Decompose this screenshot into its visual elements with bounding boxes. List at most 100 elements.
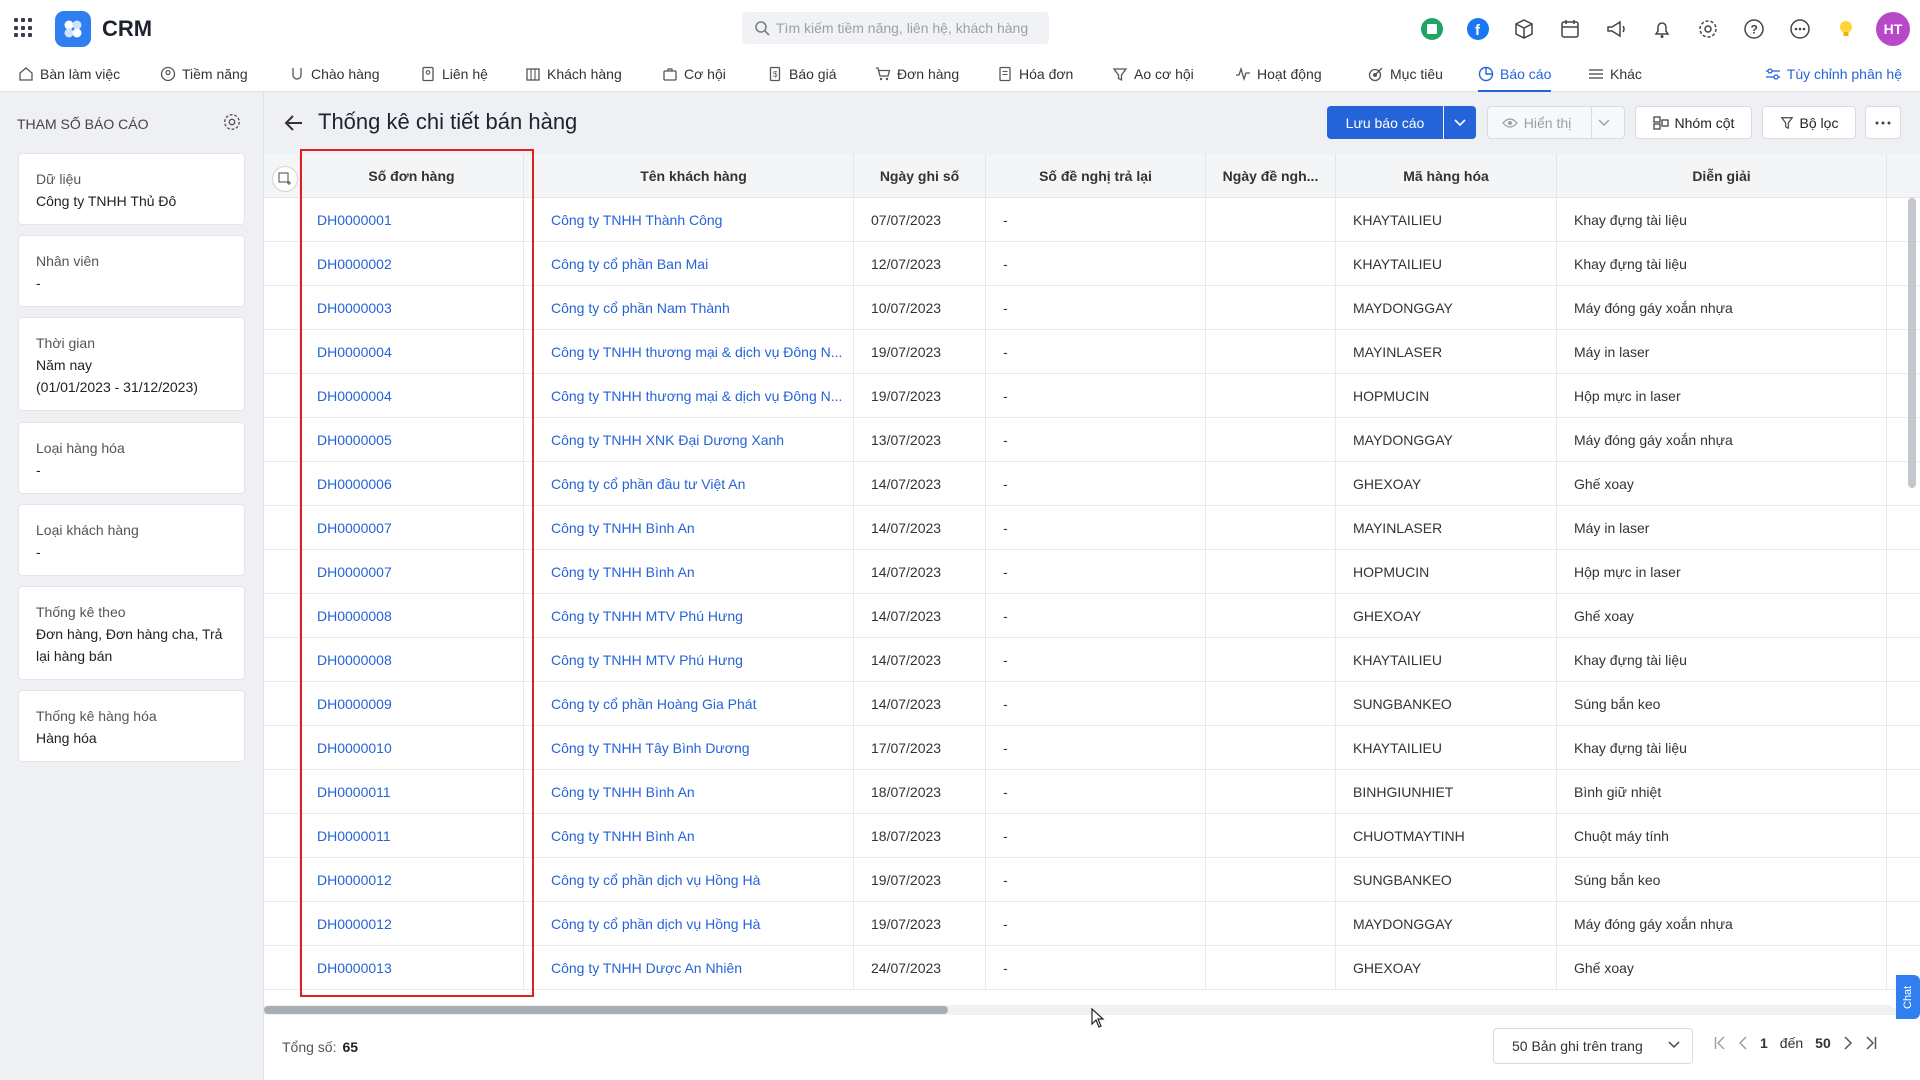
column-header[interactable]: Tên khách hàng (534, 154, 854, 198)
param-customer-type[interactable]: Loại khách hàng - (18, 504, 245, 576)
table-cell-link[interactable]: Công ty TNHH MTV Phú Hưng (534, 594, 854, 638)
back-arrow-icon[interactable] (284, 114, 304, 135)
settings-icon[interactable] (222, 112, 242, 135)
table-row[interactable]: DH0000009 Công ty cổ phần Hoàng Gia Phát 1… (264, 682, 1920, 726)
table-row[interactable]: DH0000001 Công ty TNHH Thành Công 07/07/20… (264, 198, 1920, 242)
table-cell-link[interactable]: Công ty TNHH MTV Phú Hưng (534, 638, 854, 682)
vertical-scrollbar-thumb[interactable] (1908, 198, 1916, 488)
table-cell-link[interactable]: DH0000012 (300, 858, 524, 902)
table-row[interactable]: DH0000011 Công ty TNHH Bình An 18/07/2023-… (264, 770, 1920, 814)
table-cell-link[interactable]: DH0000007 (300, 550, 524, 594)
table-cell-link[interactable]: Công ty TNHH Bình An (534, 506, 854, 550)
search-input[interactable] (776, 20, 1036, 36)
horizontal-scrollbar[interactable] (264, 1005, 1892, 1015)
table-row[interactable]: DH0000006 Công ty cổ phần đầu tư Việt An 1… (264, 462, 1920, 506)
settings-gear-icon[interactable] (1692, 13, 1724, 45)
table-cell-link[interactable]: DH0000007 (300, 506, 524, 550)
table-cell-link[interactable]: Công ty TNHH thương mại & dịch vụ Đông N… (534, 374, 854, 418)
group-columns-button[interactable]: Nhóm cột (1635, 106, 1752, 139)
global-search[interactable] (742, 12, 1049, 44)
save-report-button[interactable]: Lưu báo cáo (1327, 106, 1443, 139)
param-goods-type[interactable]: Loại hàng hóa - (18, 422, 245, 494)
table-row[interactable]: DH0000007 Công ty TNHH Bình An 14/07/2023-… (264, 506, 1920, 550)
more-circle-icon[interactable] (1784, 13, 1816, 45)
table-row[interactable]: DH0000007 Công ty TNHH Bình An 14/07/2023-… (264, 550, 1920, 594)
table-cell-link[interactable]: Công ty TNHH Dược An Nhiên (534, 946, 854, 990)
calendar-icon[interactable] (1554, 13, 1586, 45)
param-time[interactable]: Thời gian Năm nay (01/01/2023 - 31/12/20… (18, 317, 245, 411)
app-launcher-icon[interactable] (14, 18, 34, 38)
param-employee[interactable]: Nhân viên - (18, 235, 245, 307)
table-cell-link[interactable]: DH0000006 (300, 462, 524, 506)
more-options-button[interactable] (1865, 106, 1901, 139)
column-header[interactable]: Diễn giải (1557, 154, 1887, 198)
table-cell-link[interactable]: DH0000005 (300, 418, 524, 462)
nav-item-targets[interactable]: Mục tiêu (1368, 56, 1443, 92)
table-cell-link[interactable]: DH0000004 (300, 374, 524, 418)
table-row[interactable]: DH0000005 Công ty TNHH XNK Đại Dương Xanh… (264, 418, 1920, 462)
filter-button[interactable]: Bộ lọc (1762, 106, 1856, 139)
lightbulb-icon[interactable] (1830, 13, 1862, 45)
save-options-dropdown[interactable] (1444, 106, 1476, 139)
table-cell-link[interactable]: Công ty TNHH Tây Bình Dương (534, 726, 854, 770)
chat-tab[interactable]: Chat (1896, 975, 1920, 1019)
table-cell-link[interactable]: Công ty TNHH XNK Đại Dương Xanh (534, 418, 854, 462)
customize-modules-link[interactable]: Tùy chỉnh phân hệ (1765, 56, 1902, 92)
table-row[interactable]: DH0000004 Công ty TNHH thương mại & dịch … (264, 374, 1920, 418)
table-row[interactable]: DH0000008 Công ty TNHH MTV Phú Hưng 14/07/… (264, 594, 1920, 638)
table-cell-link[interactable]: DH0000008 (300, 594, 524, 638)
table-cell-link[interactable]: Công ty TNHH Bình An (534, 814, 854, 858)
table-cell-link[interactable]: DH0000002 (300, 242, 524, 286)
facebook-icon[interactable]: f (1462, 13, 1494, 45)
next-page-icon[interactable] (1843, 1036, 1853, 1050)
table-row[interactable]: DH0000010 Công ty TNHH Tây Bình Dương 17/0… (264, 726, 1920, 770)
table-row[interactable]: DH0000012 Công ty cổ phần dịch vụ Hồng Hà… (264, 902, 1920, 946)
table-cell-link[interactable]: DH0000013 (300, 946, 524, 990)
table-cell-link[interactable]: Công ty cổ phần dịch vụ Hồng Hà (534, 902, 854, 946)
nav-item-orders[interactable]: Đơn hàng (875, 56, 959, 92)
table-cell-link[interactable]: DH0000004 (300, 330, 524, 374)
megaphone-icon[interactable] (1600, 13, 1632, 45)
table-row[interactable]: DH0000008 Công ty TNHH MTV Phú Hưng 14/07/… (264, 638, 1920, 682)
table-cell-link[interactable]: Công ty cổ phần dịch vụ Hồng Hà (534, 858, 854, 902)
last-page-icon[interactable] (1865, 1036, 1877, 1050)
crm-logo-icon[interactable] (55, 11, 91, 47)
param-group-by[interactable]: Thống kê theo Đơn hàng, Đơn hàng cha, Tr… (18, 586, 245, 680)
nav-item-activities[interactable]: Hoạt động (1235, 56, 1322, 92)
nav-item-reports[interactable]: Báo cáo (1478, 56, 1552, 92)
table-cell-link[interactable]: Công ty TNHH Thành Công (534, 198, 854, 242)
display-button[interactable]: Hiển thị (1487, 106, 1625, 139)
table-cell-link[interactable]: DH0000011 (300, 814, 524, 858)
param-data[interactable]: Dữ liệu Công ty TNHH Thủ Đô (18, 153, 245, 225)
help-icon[interactable]: ? (1738, 13, 1770, 45)
table-cell-link[interactable]: DH0000008 (300, 638, 524, 682)
table-cell-link[interactable]: DH0000001 (300, 198, 524, 242)
nav-item-customers[interactable]: Khách hàng (525, 56, 622, 92)
nav-item-workspace[interactable]: Bàn làm việc (18, 56, 120, 92)
table-cell-link[interactable]: Công ty cổ phần Ban Mai (534, 242, 854, 286)
table-cell-link[interactable]: DH0000011 (300, 770, 524, 814)
table-cell-link[interactable]: DH0000009 (300, 682, 524, 726)
nav-item-more[interactable]: Khác (1588, 56, 1642, 92)
bell-icon[interactable] (1646, 13, 1678, 45)
table-cell-link[interactable]: Công ty cổ phần Hoàng Gia Phát (534, 682, 854, 726)
page-size-select[interactable]: 50 Bản ghi trên trang (1493, 1028, 1693, 1064)
table-row[interactable]: DH0000011 Công ty TNHH Bình An 18/07/2023-… (264, 814, 1920, 858)
table-cell-link[interactable]: DH0000003 (300, 286, 524, 330)
table-cell-link[interactable]: Công ty TNHH Bình An (534, 550, 854, 594)
table-row[interactable]: DH0000013 Công ty TNHH Dược An Nhiên 24/07… (264, 946, 1920, 990)
table-cell-link[interactable]: Công ty TNHH thương mại & dịch vụ Đông N… (534, 330, 854, 374)
param-goods-stat[interactable]: Thống kê hàng hóa Hàng hóa (18, 690, 245, 762)
column-header[interactable]: Số đơn hàng (300, 154, 524, 198)
table-row[interactable]: DH0000003 Công ty cổ phần Nam Thành 10/07/… (264, 286, 1920, 330)
column-header[interactable]: Ngày ghi số (854, 154, 986, 198)
column-header[interactable]: Ngày đề ngh... (1206, 154, 1336, 198)
user-avatar[interactable]: HT (1876, 12, 1910, 46)
column-header[interactable]: Mã hàng hóa (1336, 154, 1557, 198)
nav-item-funnel[interactable]: Ao cơ hội (1112, 56, 1194, 92)
table-row[interactable]: DH0000004 Công ty TNHH thương mại & dịch … (264, 330, 1920, 374)
table-cell-link[interactable]: DH0000012 (300, 902, 524, 946)
nav-item-opportunities[interactable]: Cơ hội (662, 56, 726, 92)
nav-item-leads[interactable]: Tiềm năng (160, 56, 248, 92)
table-cell-link[interactable]: Công ty TNHH Bình An (534, 770, 854, 814)
